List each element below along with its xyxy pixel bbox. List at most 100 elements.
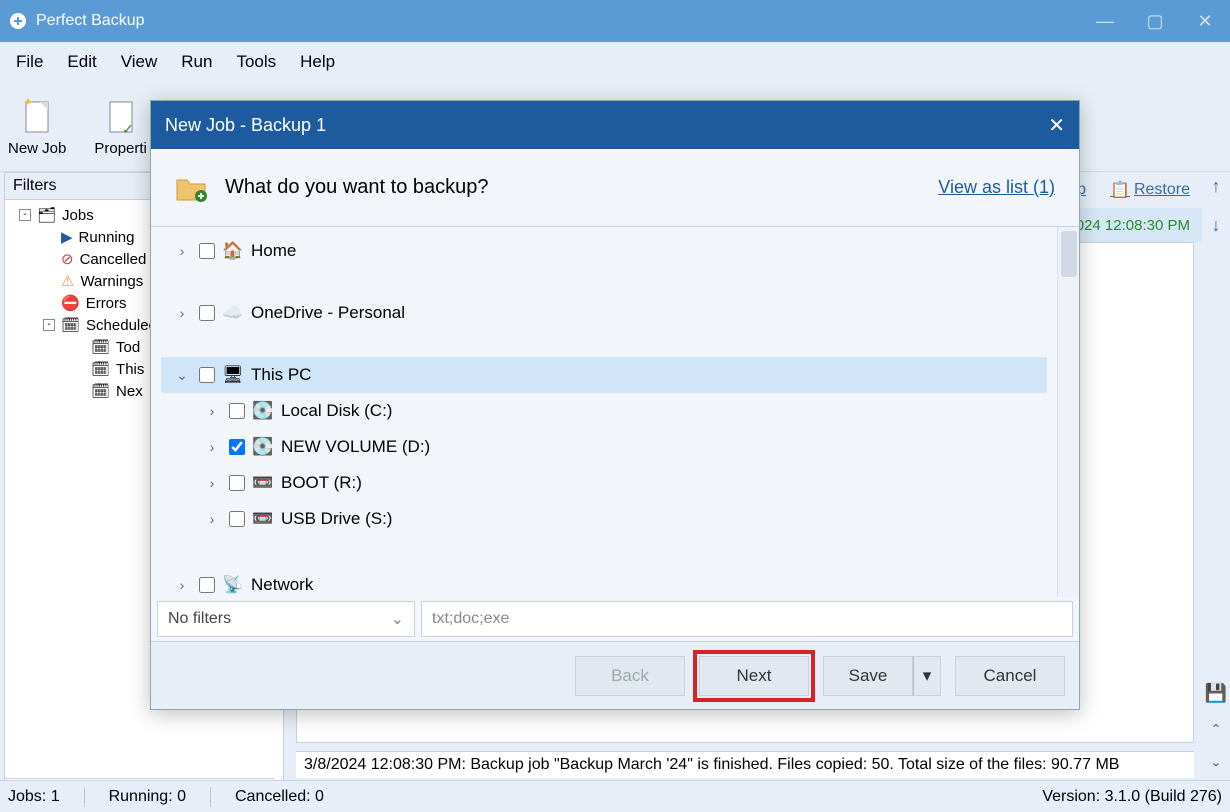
drive-icon: 📼	[253, 509, 273, 529]
expand-icon[interactable]: ›	[203, 439, 221, 455]
log-line: 3/8/2024 12:08:30 PM: Backup job "Backup…	[296, 751, 1194, 778]
source-checkbox[interactable]	[229, 403, 245, 419]
chevron-down-icon: ⌄	[391, 609, 404, 629]
filter-placeholder: txt;doc;exe	[432, 610, 509, 628]
menu-help[interactable]: Help	[290, 48, 345, 76]
save-button[interactable]: Save	[823, 656, 913, 696]
calendar-icon: 🗓	[61, 316, 80, 334]
source-tree-item[interactable]: › 📼 BOOT (R:)	[161, 465, 1047, 501]
cancel-icon: ⊘	[61, 250, 74, 268]
view-as-list-link[interactable]: View as list (1)	[938, 177, 1055, 198]
app-title: Perfect Backup	[36, 12, 145, 30]
expand-icon[interactable]: ›	[173, 577, 191, 593]
right-rail: ↑ ↓ 💾 ˆ ˇ	[1202, 172, 1230, 782]
filter-dropdown[interactable]: No filters ⌄	[157, 601, 415, 637]
source-tree-item[interactable]: › 💽 NEW VOLUME (D:)	[161, 429, 1047, 465]
expand-icon[interactable]: ›	[173, 305, 191, 321]
svg-text:✓: ✓	[122, 121, 134, 136]
back-button[interactable]: Back	[575, 656, 685, 696]
expand-icon[interactable]: ›	[203, 475, 221, 491]
restore-link[interactable]: 📋Restore	[1110, 180, 1190, 200]
expand-icon[interactable]: ›	[203, 403, 221, 419]
disk-icon: 💽	[253, 401, 273, 421]
folder-add-icon	[175, 174, 207, 202]
dialog-close-button[interactable]: ✕	[1048, 113, 1065, 138]
source-label: NEW VOLUME (D:)	[281, 437, 430, 457]
source-checkbox[interactable]	[229, 511, 245, 527]
minimize-button[interactable]: —	[1080, 0, 1130, 42]
new-job-button[interactable]: ✦ New Job	[8, 96, 66, 157]
play-icon: ▶	[61, 228, 73, 246]
next-button[interactable]: Next	[699, 656, 809, 696]
source-tree-item[interactable]: › ☁️ OneDrive - Personal	[161, 295, 1047, 331]
cloud-icon: ☁️	[223, 303, 243, 323]
save-dropdown-button[interactable]: ▾	[913, 656, 941, 696]
source-tree-item[interactable]: › 📡 Network	[161, 567, 1047, 597]
svg-text:✦: ✦	[23, 96, 33, 109]
source-checkbox[interactable]	[229, 475, 245, 491]
chevron-down-icon[interactable]: ˇ	[1213, 761, 1219, 782]
window-close-button[interactable]: ✕	[1180, 0, 1230, 42]
source-tree-item[interactable]: ⌄ 🖥 This PC	[161, 357, 1047, 393]
calendar-icon: 🗓	[91, 338, 110, 356]
arrow-down-icon[interactable]: ↓	[1212, 215, 1221, 236]
source-tree-item[interactable]: › 🏠 Home	[161, 233, 1047, 269]
source-label: OneDrive - Personal	[251, 303, 405, 323]
title-bar: Perfect Backup — ▢ ✕	[0, 0, 1230, 42]
menu-run[interactable]: Run	[171, 48, 222, 76]
calendar-icon: 🗓	[91, 360, 110, 378]
menu-edit[interactable]: Edit	[57, 48, 106, 76]
source-tree: › 🏠 Home › ☁️ OneDrive - Personal ⌄ 🖥 This PC › 💽 L…	[151, 227, 1057, 597]
source-label: Home	[251, 241, 296, 261]
arrow-up-icon[interactable]: ↑	[1212, 176, 1221, 197]
menu-file[interactable]: File	[6, 48, 53, 76]
source-checkbox[interactable]	[199, 367, 215, 383]
source-label: Local Disk (C:)	[281, 401, 392, 421]
source-checkbox[interactable]	[229, 439, 245, 455]
scrollbar[interactable]	[1057, 227, 1079, 597]
warning-icon: ⚠	[61, 272, 74, 290]
status-running: Running: 0	[109, 788, 186, 806]
status-version: Version: 3.1.0 (Build 276)	[1042, 788, 1222, 806]
menu-tools[interactable]: Tools	[226, 48, 286, 76]
app-icon	[8, 11, 28, 31]
restore-icon: 📋	[1110, 180, 1130, 200]
collapse-icon[interactable]: -	[43, 319, 55, 331]
status-bar: Jobs: 1 Running: 0 Cancelled: 0 Version:…	[0, 780, 1230, 812]
source-tree-item[interactable]: › 📼 USB Drive (S:)	[161, 501, 1047, 537]
source-checkbox[interactable]	[199, 243, 215, 259]
collapse-icon[interactable]: -	[19, 209, 31, 221]
cancel-button[interactable]: Cancel	[955, 656, 1065, 696]
toolbar-label: New Job	[8, 140, 66, 157]
expand-icon[interactable]: ⌄	[173, 367, 191, 384]
home-icon: 🏠	[223, 241, 243, 261]
disk-icon: 💽	[253, 437, 273, 457]
source-tree-item[interactable]: › 💽 Local Disk (C:)	[161, 393, 1047, 429]
expand-icon[interactable]: ›	[173, 243, 191, 259]
expand-icon[interactable]: ›	[203, 511, 221, 527]
properties-button[interactable]: ✓ Properti	[94, 96, 147, 157]
source-label: Network	[251, 575, 313, 595]
dialog-title: New Job - Backup 1	[165, 115, 326, 136]
filter-input[interactable]: txt;doc;exe	[421, 601, 1073, 637]
save-icon[interactable]: 💾	[1205, 683, 1227, 704]
job-timestamp: 024 12:08:30 PM	[1076, 217, 1190, 234]
status-jobs: Jobs: 1	[8, 788, 60, 806]
dialog-heading: What do you want to backup?	[225, 176, 489, 199]
toolbar-label: Properti	[94, 140, 147, 157]
source-checkbox[interactable]	[199, 577, 215, 593]
chevron-up-icon[interactable]: ˆ	[1213, 722, 1219, 743]
drive-icon: 📼	[253, 473, 273, 493]
properties-icon: ✓	[104, 96, 138, 136]
status-cancelled: Cancelled: 0	[235, 788, 324, 806]
source-checkbox[interactable]	[199, 305, 215, 321]
source-label: USB Drive (S:)	[281, 509, 392, 529]
source-label: BOOT (R:)	[281, 473, 362, 493]
error-icon: ⛔	[61, 294, 80, 312]
menu-view[interactable]: View	[111, 48, 168, 76]
net-icon: 📡	[223, 575, 243, 595]
source-label: This PC	[251, 365, 311, 385]
monitor-icon: 🖥	[223, 365, 243, 385]
maximize-button[interactable]: ▢	[1130, 0, 1180, 42]
new-file-icon: ✦	[20, 96, 54, 136]
